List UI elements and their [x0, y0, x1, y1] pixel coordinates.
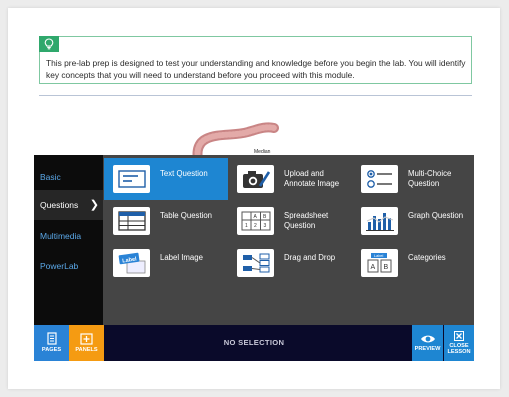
close-icon [454, 330, 464, 341]
text-question-icon [113, 165, 150, 193]
multi-choice-icon [361, 165, 398, 193]
pages-label: PAGES [41, 347, 62, 354]
sidebar-item-label: Questions [40, 200, 79, 210]
table-question-option[interactable]: Table Question [104, 200, 228, 242]
categories-icon: Label A B [361, 249, 398, 277]
camera-annotate-icon [237, 165, 274, 193]
table-icon [113, 207, 150, 235]
sidebar-item-basic[interactable]: Basic [34, 162, 103, 192]
option-label: Categories [408, 253, 446, 262]
categories-option[interactable]: Label A B Categories [352, 242, 476, 284]
panels-button[interactable]: PANELS [69, 325, 104, 361]
sidebar-item-label: Basic [40, 172, 61, 182]
sidebar-item-multimedia[interactable]: Multimedia [34, 221, 103, 251]
callout-text: This pre-lab prep is designed to test yo… [46, 58, 466, 80]
option-label: Label Image [160, 253, 203, 262]
info-callout: This pre-lab prep is designed to test yo… [39, 36, 472, 84]
option-label: Text Question [160, 169, 208, 178]
spreadsheet-cell: B [263, 214, 267, 220]
close-lesson-button[interactable]: CLOSE LESSON [444, 325, 474, 361]
spreadsheet-cell: 1 [245, 223, 248, 229]
category-box-a: A [370, 264, 375, 271]
graph-question-option[interactable]: Graph Question [352, 200, 476, 242]
multi-choice-option[interactable]: Multi-Choice Question [352, 158, 476, 200]
category-sidebar: Basic Questions ❯ Multimedia PowerLab [34, 155, 103, 325]
pages-button[interactable]: PAGES [34, 325, 69, 361]
close-lesson-label: CLOSE LESSON [447, 342, 471, 356]
upload-annotate-option[interactable]: Upload and Annotate Image [228, 158, 352, 200]
categories-tag-text: Label [374, 254, 383, 258]
panels-label: PANELS [75, 346, 98, 353]
sidebar-item-label: PowerLab [40, 261, 79, 271]
divider [39, 95, 472, 96]
drag-drop-option[interactable]: Drag and Drop [228, 242, 352, 284]
lightbulb-icon [39, 36, 59, 52]
graph-icon [361, 207, 398, 235]
spreadsheet-cell: A [253, 214, 257, 220]
spreadsheet-cell: 2 [254, 223, 257, 229]
option-label: Multi-Choice Question [408, 169, 452, 188]
sidebar-item-label: Multimedia [40, 231, 82, 241]
spreadsheet-cell: 3 [263, 223, 266, 229]
pages-icon [46, 332, 57, 345]
drag-drop-icon [237, 249, 274, 277]
category-box-b: B [383, 264, 388, 271]
selection-status: NO SELECTION [223, 338, 285, 347]
insert-panel: Basic Questions ❯ Multimedia PowerLab Tex… [34, 155, 474, 325]
label-image-icon: Label [113, 249, 150, 277]
sidebar-item-questions[interactable]: Questions ❯ [34, 190, 103, 220]
chevron-right-icon: ❯ [89, 199, 99, 211]
bottom-toolbar: PAGES PANELS NO SELECTION PREVIEW CLOSE … [34, 325, 474, 361]
eye-icon [420, 335, 435, 343]
preview-label: PREVIEW [414, 345, 441, 352]
text-question-option[interactable]: Text Question [104, 158, 228, 200]
label-image-option[interactable]: Label Label Image [104, 242, 228, 284]
preview-button[interactable]: PREVIEW [412, 325, 443, 361]
option-label: Drag and Drop [284, 253, 336, 262]
option-label: Graph Question [408, 211, 464, 220]
sidebar-item-powerlab[interactable]: PowerLab [34, 251, 103, 281]
option-label: Table Question [160, 211, 213, 220]
spreadsheet-question-option[interactable]: AB 123 Spreadsheet Question [228, 200, 352, 242]
option-label: Spreadsheet Question [284, 211, 329, 230]
spreadsheet-icon: AB 123 [237, 207, 274, 235]
add-panel-icon [80, 333, 93, 345]
option-label: Upload and Annotate Image [284, 169, 340, 188]
